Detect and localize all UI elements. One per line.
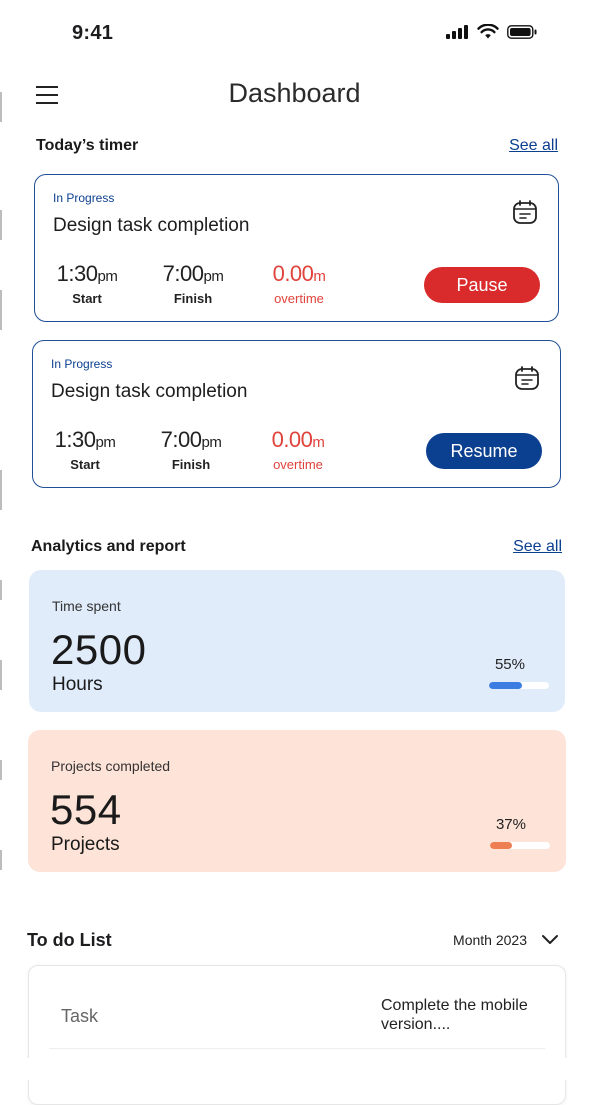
start-time-suffix: pm (97, 268, 118, 285)
finish-time-group: 7:00pm Finish (153, 261, 233, 306)
overtime-group: 0.00m overtime (262, 427, 334, 472)
todays-timer-see-all-link[interactable]: See all (509, 137, 558, 155)
calendar-icon[interactable] (512, 199, 538, 225)
battery-icon (507, 25, 537, 39)
chevron-down-icon (542, 935, 558, 944)
pause-button[interactable]: Pause (424, 267, 540, 303)
overtime-value: 0.00 (271, 427, 313, 452)
status-time: 9:41 (72, 22, 114, 44)
finish-label: Finish (173, 291, 213, 306)
overtime-suffix: m (313, 268, 326, 285)
finish-time-suffix: pm (201, 434, 222, 451)
todo-card[interactable]: Task Complete the mobile version.... (28, 965, 566, 1105)
month-selector-label: Month 2023 (453, 932, 527, 948)
progress-bar (490, 842, 550, 849)
timer-card[interactable]: In Progress Design task completion 1:30p… (34, 174, 559, 322)
stat-label: Time spent (52, 598, 121, 614)
edge-mark (0, 470, 2, 510)
start-label: Start (70, 457, 100, 472)
timer-card[interactable]: In Progress Design task completion 1:30p… (32, 340, 561, 488)
page-title: Dashboard (228, 78, 361, 108)
bottom-fade (0, 1058, 589, 1080)
divider (49, 1048, 545, 1049)
finish-time-group: 7:00pm Finish (151, 427, 231, 472)
progress-fill (490, 842, 513, 849)
cellular-signal-icon (446, 25, 468, 39)
edge-mark (0, 660, 2, 690)
stat-percent: 55% (494, 656, 525, 673)
todo-list-title: To do List (27, 930, 112, 950)
wifi-icon (477, 24, 499, 39)
edge-mark (0, 210, 2, 240)
stat-percent: 37% (495, 816, 526, 833)
todays-timer-title: Today’s timer (36, 137, 139, 154)
overtime-label: overtime (273, 457, 323, 472)
edge-mark (0, 580, 2, 600)
start-label: Start (72, 291, 102, 306)
start-time-group: 1:30pm Start (49, 427, 121, 472)
overtime-value: 0.00 (272, 261, 314, 286)
edge-mark (0, 760, 2, 780)
todo-task-label: Task (61, 1006, 99, 1026)
status-icons (445, 24, 537, 40)
todo-task-value: Complete the mobile version.... (381, 997, 528, 1033)
edge-mark (0, 290, 2, 330)
timer-status: In Progress (51, 357, 113, 371)
resume-button[interactable]: Resume (426, 433, 542, 469)
overtime-suffix: m (312, 434, 325, 451)
stat-value: 2500 (51, 626, 147, 673)
finish-label: Finish (171, 457, 211, 472)
timer-status: In Progress (53, 191, 115, 205)
analytics-title: Analytics and report (31, 538, 186, 555)
start-time: 1:30 (54, 427, 96, 452)
stat-label: Projects completed (51, 758, 171, 774)
overtime-group: 0.00m overtime (263, 261, 335, 306)
start-time: 1:30 (56, 261, 98, 286)
overtime-label: overtime (274, 291, 324, 306)
finish-time: 7:00 (162, 261, 204, 286)
projects-completed-card[interactable]: Projects completed 554 Projects 37% (28, 730, 566, 872)
edge-mark (0, 850, 2, 870)
progress-fill (489, 682, 522, 689)
time-spent-card[interactable]: Time spent 2500 Hours 55% (29, 570, 565, 712)
timer-task-title: Design task completion (53, 215, 250, 236)
timer-task-title: Design task completion (51, 381, 248, 402)
stat-value: 554 (50, 786, 122, 833)
finish-time-suffix: pm (203, 268, 224, 285)
stat-unit: Projects (51, 834, 120, 855)
progress-bar (489, 682, 549, 689)
month-selector[interactable]: Month 2023 (453, 932, 559, 948)
calendar-icon[interactable] (514, 365, 540, 391)
start-time-group: 1:30pm Start (51, 261, 123, 306)
analytics-see-all-link[interactable]: See all (513, 538, 562, 556)
stat-unit: Hours (52, 674, 103, 695)
start-time-suffix: pm (95, 434, 116, 451)
finish-time: 7:00 (160, 427, 202, 452)
